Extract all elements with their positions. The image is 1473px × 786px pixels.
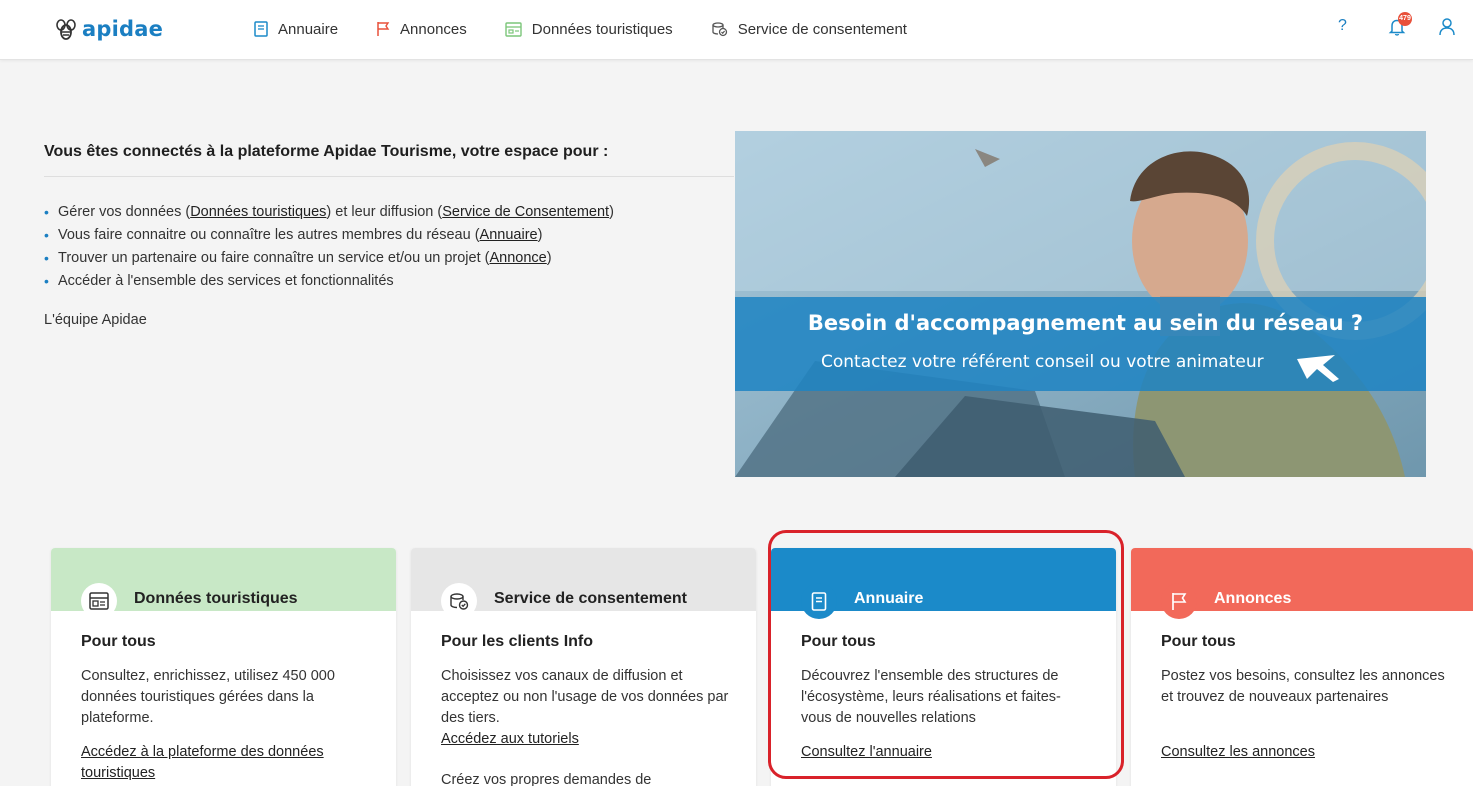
nav-annonces[interactable]: Annonces bbox=[376, 21, 467, 38]
flag-icon bbox=[377, 22, 390, 36]
card-donnees-touristiques: Données touristiques Pour tous Consultez… bbox=[51, 548, 396, 786]
card-annuaire: Annuaire Pour tous Découvrez l'ensemble … bbox=[771, 548, 1116, 786]
list-item: • Gérer vos données (Données touristique… bbox=[44, 200, 614, 223]
card-link-annuaire[interactable]: Consultez l'annuaire bbox=[801, 742, 1091, 763]
intro-bullet-list: • Gérer vos données (Données touristique… bbox=[44, 200, 614, 292]
card-description: Consultez, enrichissez, utilisez 450 000… bbox=[81, 668, 335, 726]
banner-heading: Besoin d'accompagnement au sein du résea… bbox=[807, 311, 1364, 335]
card-subtitle: Pour tous bbox=[81, 633, 156, 650]
intro-divider bbox=[44, 176, 734, 177]
card-icon-circle bbox=[1161, 583, 1197, 619]
card-link-annonces[interactable]: Consultez les annonces bbox=[1161, 742, 1451, 763]
card-description: Postez vos besoins, consultez les annonc… bbox=[1161, 668, 1445, 705]
database-icon bbox=[89, 592, 109, 610]
nav-annuaire[interactable]: Annuaire bbox=[254, 21, 338, 38]
bullet-dot: • bbox=[44, 272, 49, 289]
book-icon bbox=[811, 591, 827, 611]
link-donnees-touristiques[interactable]: Données touristiques bbox=[190, 202, 326, 222]
nav-donnees-label: Données touristiques bbox=[531, 20, 673, 38]
help-button[interactable]: ? bbox=[1338, 17, 1347, 35]
card-title: Annuaire bbox=[854, 590, 924, 607]
card-subtitle: Pour tous bbox=[801, 633, 876, 650]
card-icon-circle bbox=[801, 583, 837, 619]
card-description: Découvrez l'ensemble des structures de l… bbox=[801, 668, 1061, 726]
card-service-consentement: Service de consentement Pour les clients… bbox=[411, 548, 756, 786]
bullet-dot: • bbox=[44, 249, 49, 266]
nav-service-consentement[interactable]: Service de consentement bbox=[711, 21, 907, 38]
card-subtitle: Pour tous bbox=[1161, 633, 1236, 650]
support-banner[interactable]: Besoin d'accompagnement au sein du résea… bbox=[735, 131, 1426, 477]
bullet-text: ) bbox=[537, 226, 543, 243]
book-icon bbox=[254, 21, 268, 37]
card-annonces: Annonces Pour tous Postez vos besoins, c… bbox=[1131, 548, 1473, 786]
nav-annuaire-label: Annuaire bbox=[278, 20, 339, 38]
logo-text: apidae bbox=[82, 17, 164, 41]
nav-consentement-label: Service de consentement bbox=[737, 20, 907, 38]
cursor-arrow-icon bbox=[1297, 355, 1339, 382]
card-title: Service de consentement bbox=[494, 590, 687, 607]
link-annonce[interactable]: Annonce bbox=[489, 248, 546, 268]
list-item: • Vous faire connaitre ou connaître les … bbox=[44, 223, 614, 246]
bullet-text: ) bbox=[609, 203, 614, 220]
signature: L'équipe Apidae bbox=[44, 312, 147, 328]
notification-badge: 479 bbox=[1398, 12, 1412, 26]
nav-annonces-label: Annonces bbox=[400, 20, 467, 38]
card-link-donnees[interactable]: Accédez à la plateforme des données tour… bbox=[81, 742, 371, 784]
bullet-text: Accéder à l'ensemble des services et fon… bbox=[58, 272, 394, 289]
card-icon-circle bbox=[81, 583, 117, 619]
list-item: • Accéder à l'ensemble des services et f… bbox=[44, 269, 614, 292]
bullet-dot: • bbox=[44, 226, 49, 243]
card-icon-circle bbox=[441, 583, 477, 619]
flag-icon bbox=[1172, 592, 1187, 610]
card-description: Choisissez vos canaux de diffusion et ac… bbox=[441, 668, 729, 726]
bee-logo-icon bbox=[56, 19, 76, 40]
bullet-text: Vous faire connaitre ou connaître les au… bbox=[58, 226, 480, 243]
card-subtitle: Pour les clients Info bbox=[441, 633, 594, 650]
top-navbar: apidae Annuaire Annonces Données tourist… bbox=[0, 0, 1473, 60]
bullet-dot: • bbox=[44, 203, 49, 220]
card-title: Données touristiques bbox=[134, 590, 298, 607]
consent-icon bbox=[450, 592, 469, 610]
database-icon bbox=[505, 21, 522, 37]
nav-donnees-touristiques[interactable]: Données touristiques bbox=[505, 21, 673, 38]
card-description-extra: Créez vos propres demandes de bbox=[441, 772, 652, 786]
consent-icon bbox=[712, 22, 727, 37]
bullet-text: Gérer vos données ( bbox=[58, 203, 191, 220]
apidae-logo[interactable]: apidae bbox=[55, 15, 163, 43]
card-title: Annonces bbox=[1214, 590, 1292, 607]
banner-subheading: Contactez votre référent conseil ou votr… bbox=[821, 352, 1264, 372]
link-annuaire[interactable]: Annuaire bbox=[480, 225, 538, 245]
bullet-text: ) et leur diffusion ( bbox=[326, 203, 443, 220]
list-item: • Trouver un partenaire ou faire connaît… bbox=[44, 246, 614, 269]
card-link-tutoriels[interactable]: Accédez aux tutoriels bbox=[441, 729, 731, 750]
intro-title: Vous êtes connectés à la plateforme Apid… bbox=[44, 143, 609, 160]
user-icon[interactable] bbox=[1438, 17, 1456, 37]
main-nav: Annuaire Annonces Données touristiques S… bbox=[254, 0, 945, 58]
bullet-text: Trouver un partenaire ou faire connaître… bbox=[58, 249, 490, 266]
link-service-consentement[interactable]: Service de Consentement bbox=[442, 202, 609, 222]
bullet-text: ) bbox=[546, 249, 552, 266]
